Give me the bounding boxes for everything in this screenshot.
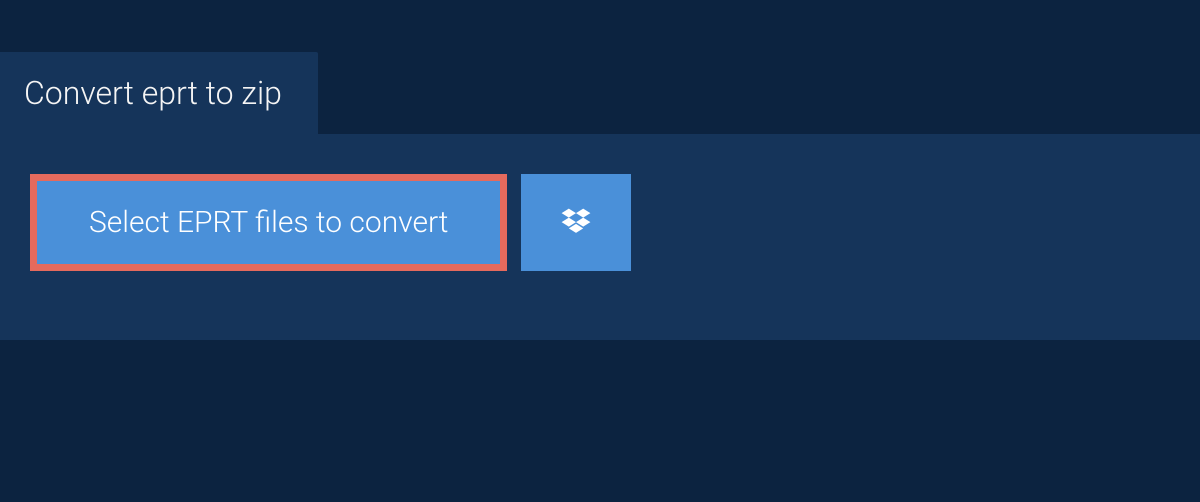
dropbox-button[interactable]	[521, 174, 631, 271]
tab-bar: Convert eprt to zip	[0, 0, 1200, 134]
dropbox-icon	[558, 205, 594, 241]
bottom-area	[0, 340, 1200, 502]
page-container: Convert eprt to zip Select EPRT files to…	[0, 0, 1200, 500]
tab-title: Convert eprt to zip	[24, 74, 282, 112]
tab-convert[interactable]: Convert eprt to zip	[0, 52, 318, 134]
select-files-label: Select EPRT files to convert	[89, 205, 448, 240]
content-panel: Select EPRT files to convert	[0, 134, 1200, 340]
select-files-button[interactable]: Select EPRT files to convert	[30, 174, 507, 271]
button-row: Select EPRT files to convert	[30, 174, 1170, 271]
